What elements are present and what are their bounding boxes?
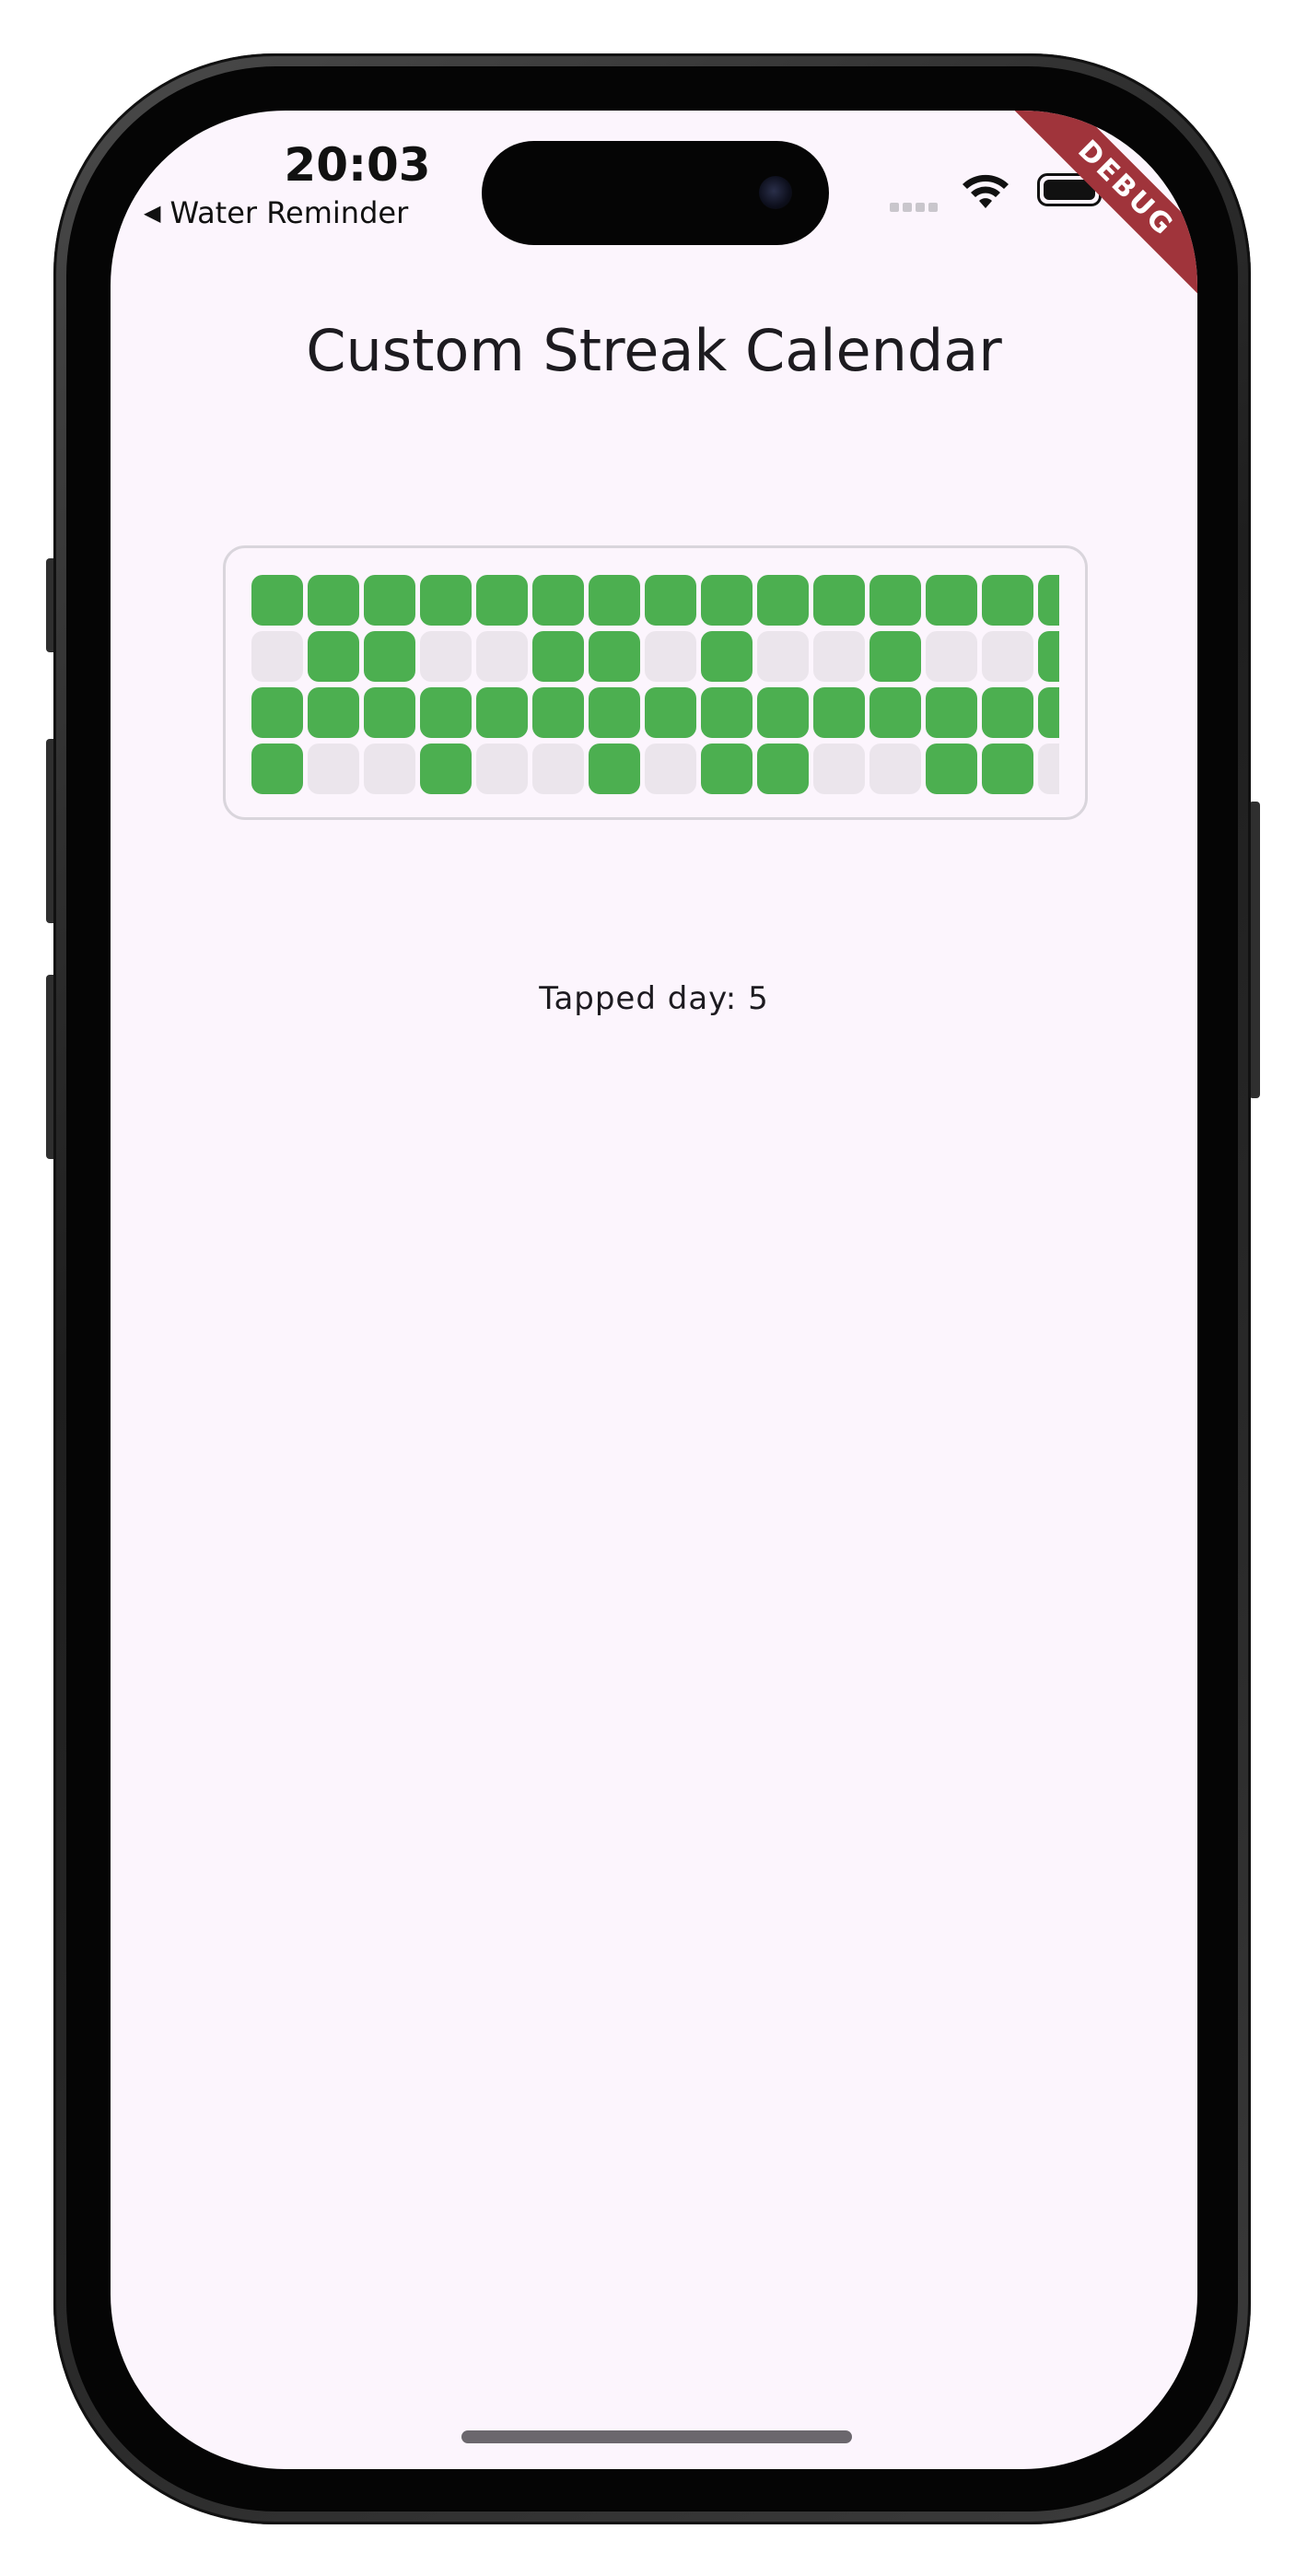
dynamic-island — [482, 141, 829, 245]
calendar-day-empty[interactable] — [645, 631, 696, 682]
calendar-day-filled[interactable] — [476, 575, 528, 626]
streak-calendar — [223, 545, 1088, 820]
calendar-day-filled[interactable] — [589, 575, 640, 626]
calendar-day-filled[interactable] — [982, 575, 1033, 626]
calendar-day-filled[interactable] — [982, 687, 1033, 738]
calendar-day-filled[interactable] — [869, 687, 921, 738]
calendar-day-filled[interactable] — [645, 687, 696, 738]
calendar-day-empty[interactable] — [813, 744, 865, 794]
calendar-day-filled[interactable] — [757, 744, 809, 794]
front-camera — [759, 176, 792, 209]
calendar-day-filled[interactable] — [420, 744, 472, 794]
calendar-day-filled[interactable] — [926, 687, 977, 738]
calendar-day-filled[interactable] — [1038, 687, 1059, 738]
calendar-day-filled[interactable] — [926, 575, 977, 626]
calendar-day-filled[interactable] — [869, 575, 921, 626]
calendar-day-filled[interactable] — [757, 687, 809, 738]
calendar-day-empty[interactable] — [364, 744, 415, 794]
calendar-day-empty[interactable] — [308, 744, 359, 794]
back-to-app-link[interactable]: ◀ Water Reminder — [144, 195, 408, 230]
calendar-day-filled[interactable] — [757, 575, 809, 626]
calendar-day-empty[interactable] — [476, 744, 528, 794]
calendar-day-filled[interactable] — [926, 744, 977, 794]
calendar-day-filled[interactable] — [308, 575, 359, 626]
calendar-day-filled[interactable] — [982, 744, 1033, 794]
home-indicator[interactable] — [461, 2430, 852, 2443]
calendar-day-filled[interactable] — [364, 575, 415, 626]
calendar-day-filled[interactable] — [701, 575, 753, 626]
calendar-day-filled[interactable] — [251, 744, 303, 794]
calendar-day-empty[interactable] — [813, 631, 865, 682]
calendar-day-empty[interactable] — [251, 631, 303, 682]
calendar-day-filled[interactable] — [701, 631, 753, 682]
calendar-day-empty[interactable] — [757, 631, 809, 682]
calendar-day-empty[interactable] — [982, 631, 1033, 682]
calendar-day-empty[interactable] — [926, 631, 977, 682]
calendar-day-empty[interactable] — [532, 744, 584, 794]
calendar-day-filled[interactable] — [420, 575, 472, 626]
calendar-day-filled[interactable] — [532, 575, 584, 626]
calendar-day-filled[interactable] — [308, 687, 359, 738]
tapped-day-label: Tapped day: 5 — [539, 980, 769, 1017]
calendar-day-filled[interactable] — [364, 687, 415, 738]
calendar-day-filled[interactable] — [589, 744, 640, 794]
calendar-day-empty[interactable] — [869, 744, 921, 794]
calendar-day-filled[interactable] — [364, 631, 415, 682]
calendar-day-filled[interactable] — [251, 687, 303, 738]
calendar-day-filled[interactable] — [589, 687, 640, 738]
calendar-day-empty[interactable] — [1038, 744, 1059, 794]
calendar-day-filled[interactable] — [532, 631, 584, 682]
calendar-day-empty[interactable] — [645, 744, 696, 794]
back-app-label: Water Reminder — [169, 195, 409, 230]
cellular-signal-icon — [890, 203, 938, 212]
calendar-day-filled[interactable] — [1038, 575, 1059, 626]
calendar-day-filled[interactable] — [308, 631, 359, 682]
calendar-day-filled[interactable] — [813, 687, 865, 738]
calendar-day-empty[interactable] — [476, 631, 528, 682]
calendar-day-filled[interactable] — [420, 687, 472, 738]
back-arrow-icon: ◀ — [144, 200, 161, 226]
calendar-day-filled[interactable] — [869, 631, 921, 682]
app-screen: 20:03 ◀ Water Reminder DEBUG Custom Strea… — [111, 111, 1197, 2469]
wifi-icon — [963, 174, 1009, 208]
calendar-day-filled[interactable] — [589, 631, 640, 682]
calendar-day-filled[interactable] — [1038, 631, 1059, 682]
calendar-grid — [251, 575, 1059, 794]
page-title: Custom Streak Calendar — [306, 317, 1002, 384]
status-time: 20:03 — [284, 138, 431, 192]
calendar-scroll-area[interactable] — [251, 575, 1059, 796]
calendar-day-filled[interactable] — [251, 575, 303, 626]
calendar-day-filled[interactable] — [701, 687, 753, 738]
calendar-day-filled[interactable] — [645, 575, 696, 626]
calendar-day-filled[interactable] — [701, 744, 753, 794]
calendar-day-filled[interactable] — [813, 575, 865, 626]
calendar-day-filled[interactable] — [476, 687, 528, 738]
calendar-day-empty[interactable] — [420, 631, 472, 682]
calendar-day-filled[interactable] — [532, 687, 584, 738]
